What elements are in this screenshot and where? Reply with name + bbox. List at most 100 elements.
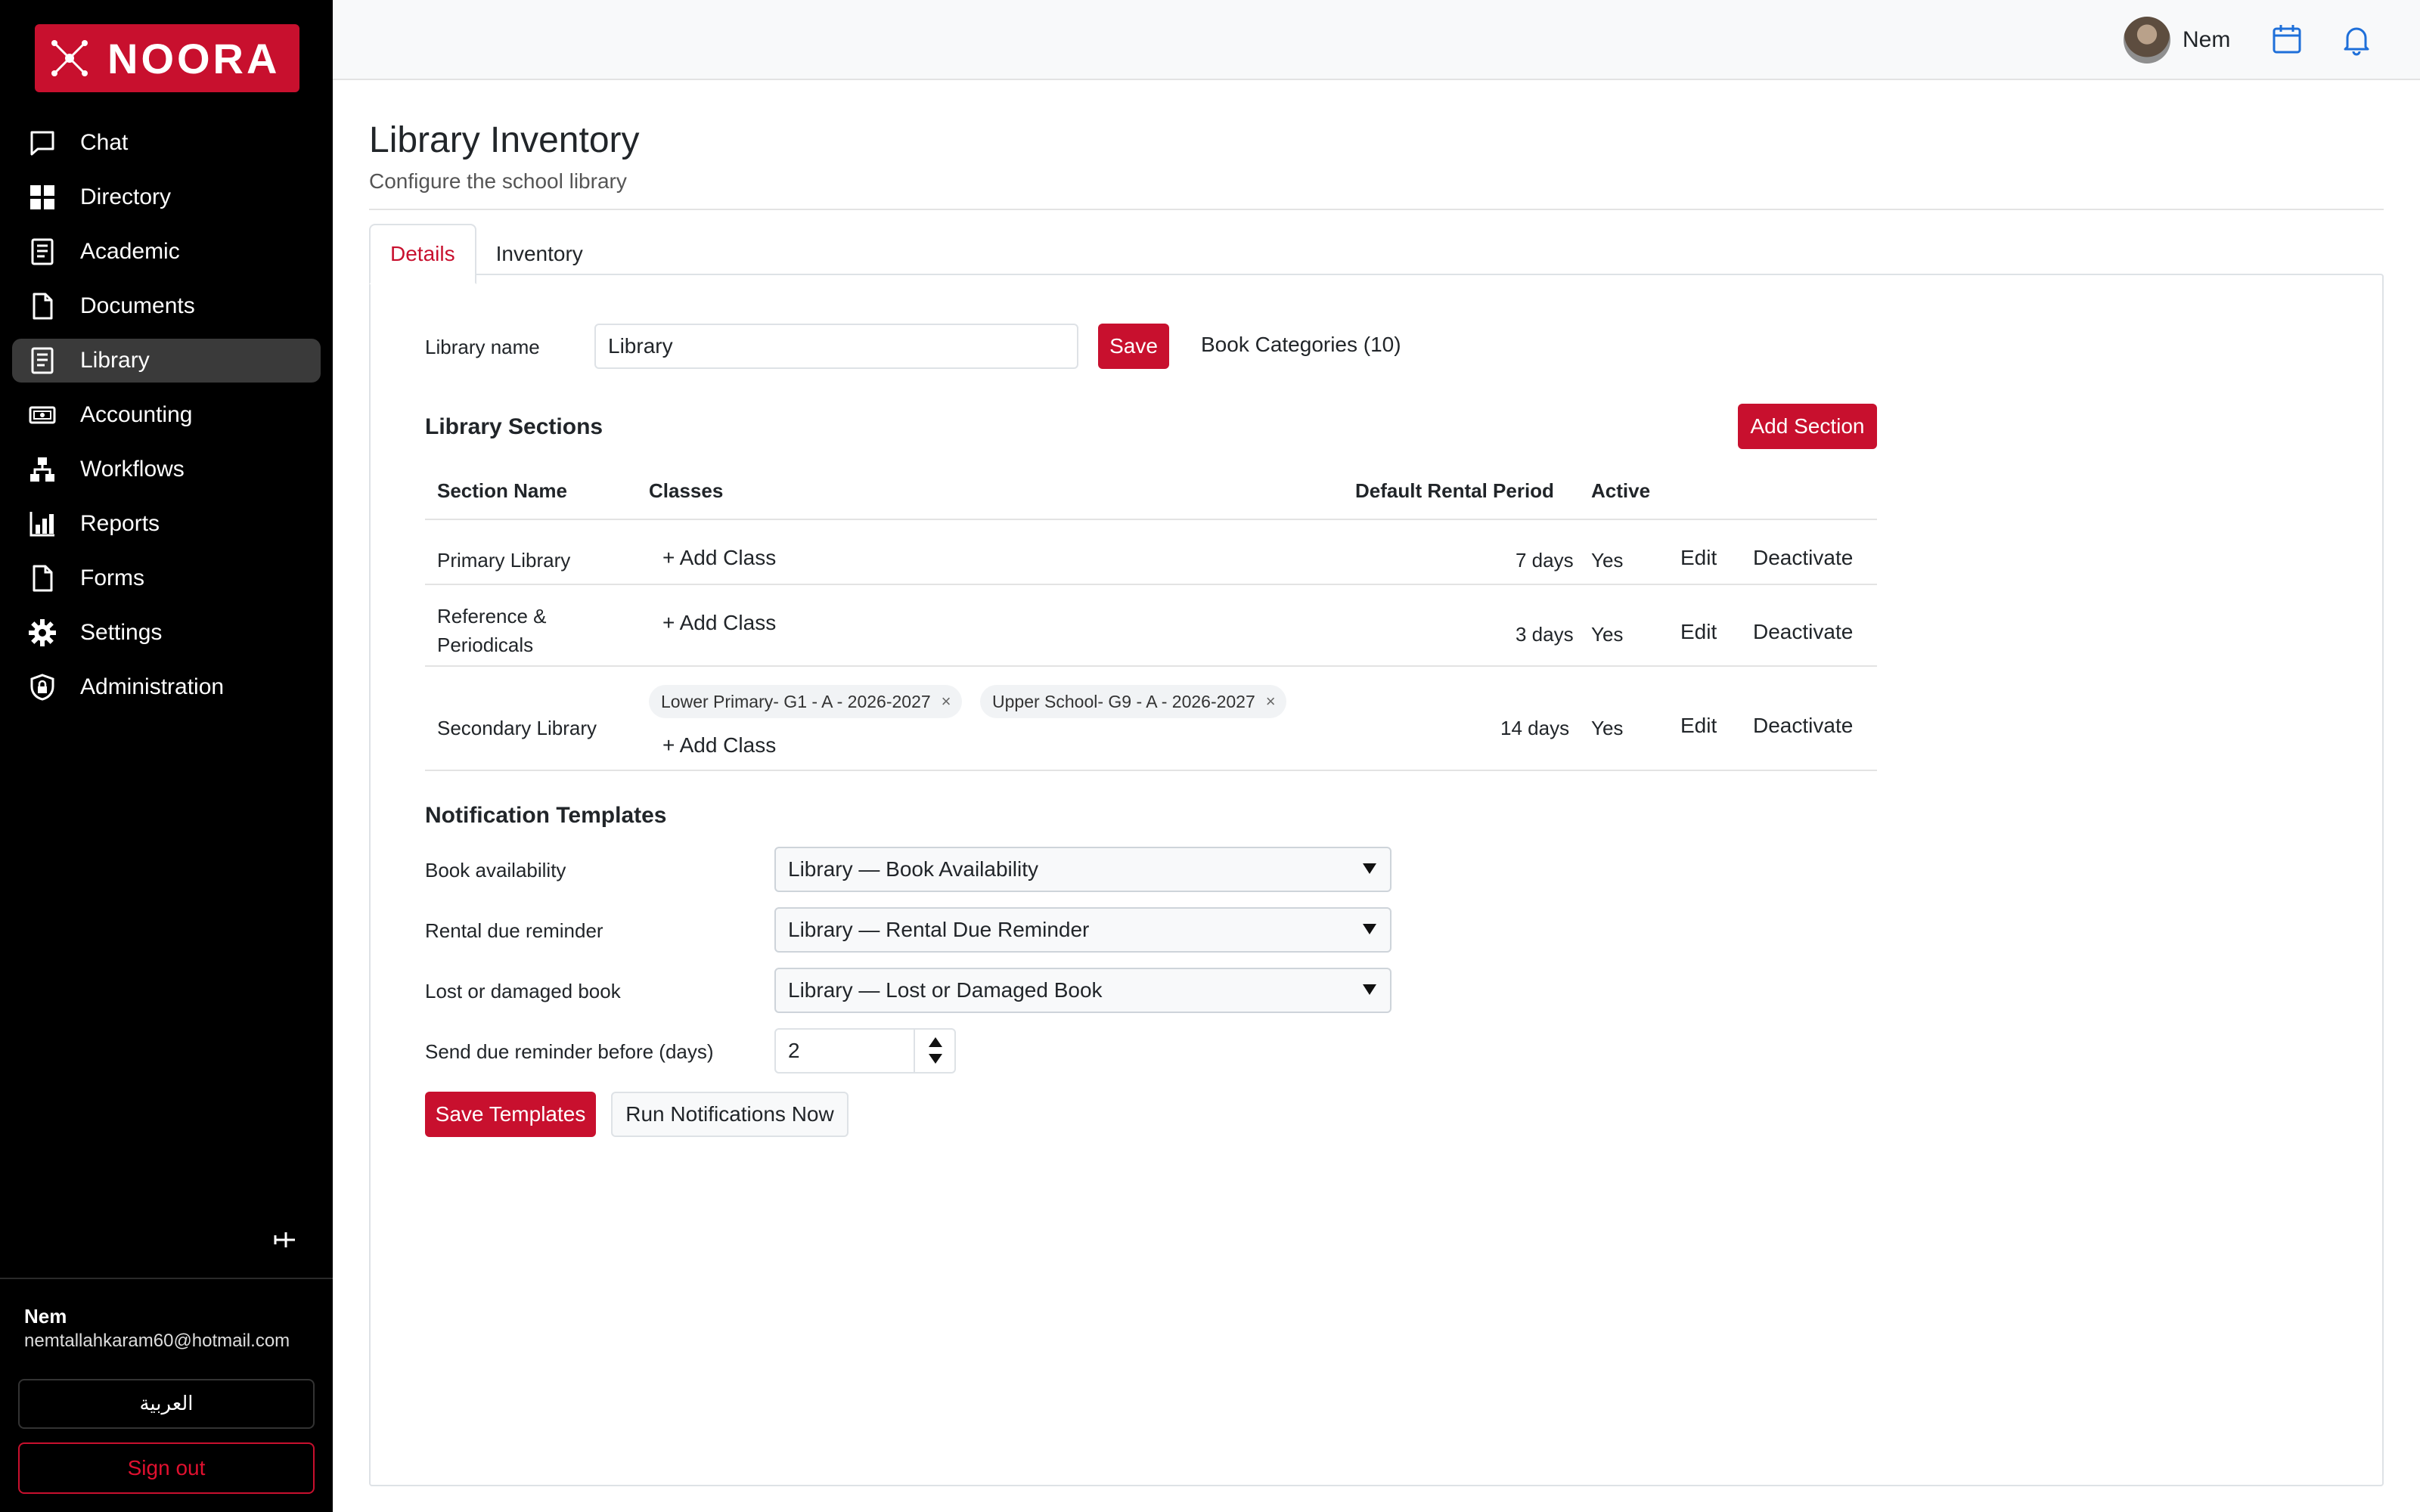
- class-chip: Lower Primary- G1 - A - 2026-2027 ×: [649, 685, 962, 718]
- edit-button[interactable]: Edit: [1680, 714, 1717, 738]
- library-name-input[interactable]: Library: [594, 324, 1078, 369]
- run-notifications-button[interactable]: Run Notifications Now: [611, 1092, 849, 1137]
- decrement-icon[interactable]: [929, 1054, 942, 1064]
- avatar[interactable]: [2124, 17, 2170, 64]
- sidebar-item-settings[interactable]: Settings: [12, 611, 321, 655]
- section-name: Reference &: [437, 605, 547, 627]
- sidebar-item-library[interactable]: Library: [12, 339, 321, 383]
- column-header-active: Active: [1591, 479, 1651, 502]
- edit-button[interactable]: Edit: [1680, 546, 1717, 570]
- stepper-buttons: [914, 1030, 954, 1072]
- increment-icon[interactable]: [929, 1037, 942, 1047]
- noora-logo[interactable]: NOORA: [35, 24, 299, 92]
- sidebar-item-administration[interactable]: Administration: [12, 665, 321, 709]
- deactivate-button[interactable]: Deactivate: [1753, 546, 1853, 570]
- form-icon: [27, 563, 57, 593]
- add-section-button[interactable]: Add Section: [1738, 404, 1877, 449]
- add-class-button[interactable]: + Add Class: [662, 611, 776, 635]
- top-bar: [333, 0, 2420, 80]
- sidebar-item-documents[interactable]: Documents: [12, 284, 321, 328]
- sidebar-item-workflows[interactable]: Workflows: [12, 448, 321, 491]
- section-name: Primary Library: [437, 549, 571, 572]
- deactivate-button[interactable]: Deactivate: [1753, 620, 1853, 644]
- section-name-line2: Periodicals: [437, 634, 534, 656]
- caret-down-icon: [1363, 863, 1376, 874]
- caret-down-icon: [1363, 984, 1376, 995]
- calendar-icon[interactable]: [2270, 23, 2304, 56]
- active-status: Yes: [1591, 549, 1624, 572]
- sidebar-item-academic[interactable]: Academic: [12, 230, 321, 274]
- page-title: Library Inventory: [369, 120, 640, 160]
- class-chip-label: Lower Primary- G1 - A - 2026-2027: [661, 691, 931, 711]
- sidebar-item-label: Library: [80, 348, 150, 373]
- library-sections-heading: Library Sections: [425, 414, 603, 439]
- notebook-icon: [27, 237, 57, 267]
- workflow-icon: [27, 454, 57, 485]
- column-header-classes: Classes: [649, 479, 724, 502]
- active-status: Yes: [1591, 623, 1624, 646]
- sidebar-item-chat[interactable]: Chat: [12, 121, 321, 165]
- deactivate-button[interactable]: Deactivate: [1753, 714, 1853, 738]
- title-divider: [369, 209, 2384, 210]
- grid-icon: [27, 182, 57, 212]
- shield-lock-icon: [27, 672, 57, 702]
- details-panel: Library name Library Save Book Categorie…: [369, 274, 2384, 1486]
- remove-chip-icon[interactable]: ×: [1266, 692, 1276, 711]
- caret-down-icon: [1363, 924, 1376, 934]
- sidebar-divider: [0, 1278, 333, 1279]
- add-class-button[interactable]: + Add Class: [662, 733, 776, 758]
- save-button[interactable]: Save: [1098, 324, 1169, 369]
- rental-period: 14 days: [1500, 717, 1570, 739]
- book-icon: [27, 345, 57, 376]
- select-value: Library — Rental Due Reminder: [788, 918, 1090, 941]
- tab-details[interactable]: Details: [369, 224, 476, 284]
- network-icon: [51, 40, 88, 76]
- column-header-rental-period: Default Rental Period: [1355, 479, 1554, 502]
- sidebar-item-reports[interactable]: Reports: [12, 502, 321, 546]
- sidebar-item-label: Settings: [80, 620, 163, 645]
- remove-chip-icon[interactable]: ×: [942, 692, 951, 711]
- gear-icon: [27, 618, 57, 648]
- sidebar-item-forms[interactable]: Forms: [12, 556, 321, 600]
- rental-due-reminder-select[interactable]: Library — Rental Due Reminder: [774, 907, 1392, 953]
- sidebar-item-accounting[interactable]: Accounting: [12, 393, 321, 437]
- language-toggle-button[interactable]: العربية: [18, 1379, 315, 1429]
- sidebar: NOORA Chat Directory Academic Documents …: [0, 0, 333, 1512]
- book-availability-label: Book availability: [425, 859, 566, 881]
- library-name-label: Library name: [425, 336, 540, 358]
- sign-out-button[interactable]: Sign out: [18, 1442, 315, 1494]
- row-divider: [425, 770, 1877, 771]
- rental-period: 7 days: [1516, 549, 1574, 572]
- reminder-days-label: Send due reminder before (days): [425, 1040, 714, 1063]
- chat-icon: [27, 128, 57, 158]
- section-name: Secondary Library: [437, 717, 597, 739]
- add-class-button[interactable]: + Add Class: [662, 546, 776, 570]
- save-templates-button[interactable]: Save Templates: [425, 1092, 596, 1137]
- top-user-name[interactable]: Nem: [2183, 27, 2230, 53]
- sidebar-user-email: nemtallahkaram60@hotmail.com: [24, 1331, 290, 1351]
- class-chip: Upper School- G9 - A - 2026-2027 ×: [980, 685, 1286, 718]
- row-divider: [425, 665, 1877, 667]
- sidebar-item-directory[interactable]: Directory: [12, 175, 321, 219]
- edit-button[interactable]: Edit: [1680, 620, 1717, 644]
- select-value: Library — Lost or Damaged Book: [788, 978, 1103, 1002]
- sidebar-item-label: Documents: [80, 293, 195, 318]
- sidebar-item-label: Workflows: [80, 457, 185, 482]
- sidebar-item-label: Accounting: [80, 402, 193, 427]
- pin-icon[interactable]: [269, 1225, 299, 1255]
- brand-name: NOORA: [107, 34, 281, 82]
- sidebar-user-name: Nem: [24, 1305, 67, 1328]
- book-categories-link[interactable]: Book Categories (10): [1201, 333, 1401, 357]
- rental-period: 3 days: [1516, 623, 1574, 646]
- row-divider: [425, 584, 1877, 585]
- main-content: Library Inventory Configure the school l…: [333, 82, 2420, 1512]
- sidebar-item-label: Reports: [80, 511, 160, 536]
- sidebar-nav: Chat Directory Academic Documents Librar…: [12, 121, 321, 720]
- class-chip-label: Upper School- G9 - A - 2026-2027: [992, 691, 1255, 711]
- lost-damaged-select[interactable]: Library — Lost or Damaged Book: [774, 968, 1392, 1013]
- column-header-section-name: Section Name: [437, 479, 567, 502]
- bar-chart-icon: [27, 509, 57, 539]
- reminder-days-stepper[interactable]: 2: [774, 1028, 956, 1074]
- bell-icon[interactable]: [2340, 23, 2373, 56]
- book-availability-select[interactable]: Library — Book Availability: [774, 847, 1392, 892]
